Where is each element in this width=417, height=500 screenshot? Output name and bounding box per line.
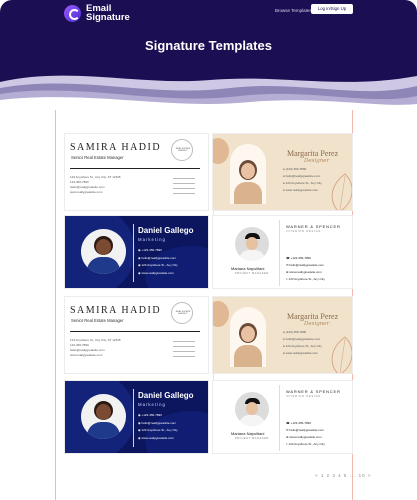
login-signup-button[interactable]: Log in/Sign Up: [311, 4, 353, 14]
template-card-mariana[interactable]: Mariana Napolitani PROJECT MANAGER WARNE…: [212, 215, 353, 289]
company-sub: INTERIOR DESIGN: [286, 230, 322, 233]
contact-list: ◉ +123-456-7890 ◉ hello@reallygreatsite.…: [138, 248, 178, 275]
page-title: Signature Templates: [145, 38, 272, 53]
card-title: PROJECT MANAGER: [235, 272, 269, 275]
avatar: [235, 227, 269, 261]
brand-name: Email Signature: [86, 4, 130, 23]
stamp-logo: REAL ESTATE AGENCY: [171, 302, 193, 324]
card-name: Mariana Napolitani: [231, 431, 265, 436]
card-title: Designer: [304, 321, 330, 327]
logo-icon: [64, 4, 81, 22]
card-title: Senior Real Estate Manager: [71, 155, 124, 160]
header-waves: [0, 75, 417, 110]
email-text: hello@reallygreatsite.com: [70, 348, 105, 352]
divider: [133, 224, 134, 282]
template-card-daniel[interactable]: Daniel Gallego Marketing ◉ +123-456-7890…: [64, 215, 209, 289]
card-name: Daniel Gallego: [138, 226, 194, 235]
card-name: Margarita Perez: [287, 312, 339, 321]
brand-line2: Signature: [86, 12, 130, 23]
address-text: 123 Anywhere St., Any City, ST 12345: [70, 175, 121, 179]
contact-list: ● (123) 456-7890 ● hello@reallygreatsite…: [283, 330, 322, 355]
card-name: SAMIRA HADID: [70, 142, 162, 153]
divider: [279, 385, 280, 451]
decor-leaf: [213, 138, 229, 164]
brand-logo[interactable]: Email Signature: [64, 4, 130, 22]
contact-list: ☎ +123-456-7890 ✉ hello@reallygreatsite.…: [286, 421, 325, 446]
portrait-arch: [230, 144, 266, 204]
decor-leaf-icon: [331, 173, 352, 210]
card-name: SAMIRA HADID: [70, 305, 162, 316]
avatar: [81, 394, 126, 439]
card-title: Marketing: [138, 237, 166, 242]
portrait-arch: [230, 307, 266, 367]
app-frame: Email Signature Browse Templates Log in/…: [0, 0, 417, 500]
template-card-samira[interactable]: SAMIRA HADID Senior Real Estate Manager …: [64, 296, 209, 374]
company-name: WARNER & SPENCER: [286, 224, 341, 229]
avatar: [235, 392, 269, 426]
divider: [70, 168, 200, 169]
phone-text: 123-456-7890: [70, 180, 89, 184]
avatar: [81, 229, 126, 274]
social-links: [173, 178, 195, 194]
email-text: hello@reallygreatsite.com: [70, 185, 105, 189]
website-text: www.reallygreatsite.com: [70, 353, 103, 357]
card-title: PROJECT MANAGER: [235, 437, 269, 440]
pagination[interactable]: < 1 2 3 4 5 ... 10 >: [315, 473, 372, 478]
company-sub: INTERIOR DESIGN: [286, 395, 322, 398]
card-title: Marketing: [138, 402, 166, 407]
template-card-margarita[interactable]: Margarita Perez Designer ● (123) 456-789…: [212, 133, 353, 211]
phone-text: 123-456-7890: [70, 343, 89, 347]
template-card-samira[interactable]: SAMIRA HADID Senior Real Estate Manager …: [64, 133, 209, 211]
card-name: Margarita Perez: [287, 149, 339, 158]
divider: [279, 220, 280, 286]
decor-leaf: [213, 301, 229, 327]
card-title: Designer: [304, 158, 330, 164]
contact-list: ● (123) 456-7890 ● hello@reallygreatsite…: [283, 167, 322, 192]
template-card-margarita[interactable]: Margarita Perez Designer ● (123) 456-789…: [212, 296, 353, 374]
template-card-mariana[interactable]: Mariana Napolitani PROJECT MANAGER WARNE…: [212, 380, 353, 454]
card-name: Mariana Napolitani: [231, 266, 265, 271]
divider: [133, 389, 134, 447]
social-links: [173, 341, 195, 357]
contact-list: ◉ +123-456-7890 ◉ hello@reallygreatsite.…: [138, 413, 178, 440]
contact-list: ☎ +123-456-7890 ✉ hello@reallygreatsite.…: [286, 256, 325, 281]
browse-templates-link[interactable]: Browse Templates: [275, 8, 312, 13]
template-card-daniel[interactable]: Daniel Gallego Marketing ◉ +123-456-7890…: [64, 380, 209, 454]
divider: [70, 331, 200, 332]
company-name: WARNER & SPENCER: [286, 389, 341, 394]
card-name: Daniel Gallego: [138, 391, 194, 400]
address-text: 123 Anywhere St., Any City, ST 12345: [70, 338, 121, 342]
decor-leaf-icon: [331, 336, 352, 373]
stamp-logo: REAL ESTATE AGENCY: [171, 139, 193, 161]
card-title: Senior Real Estate Manager: [71, 318, 124, 323]
website-text: www.reallygreatsite.com: [70, 190, 103, 194]
